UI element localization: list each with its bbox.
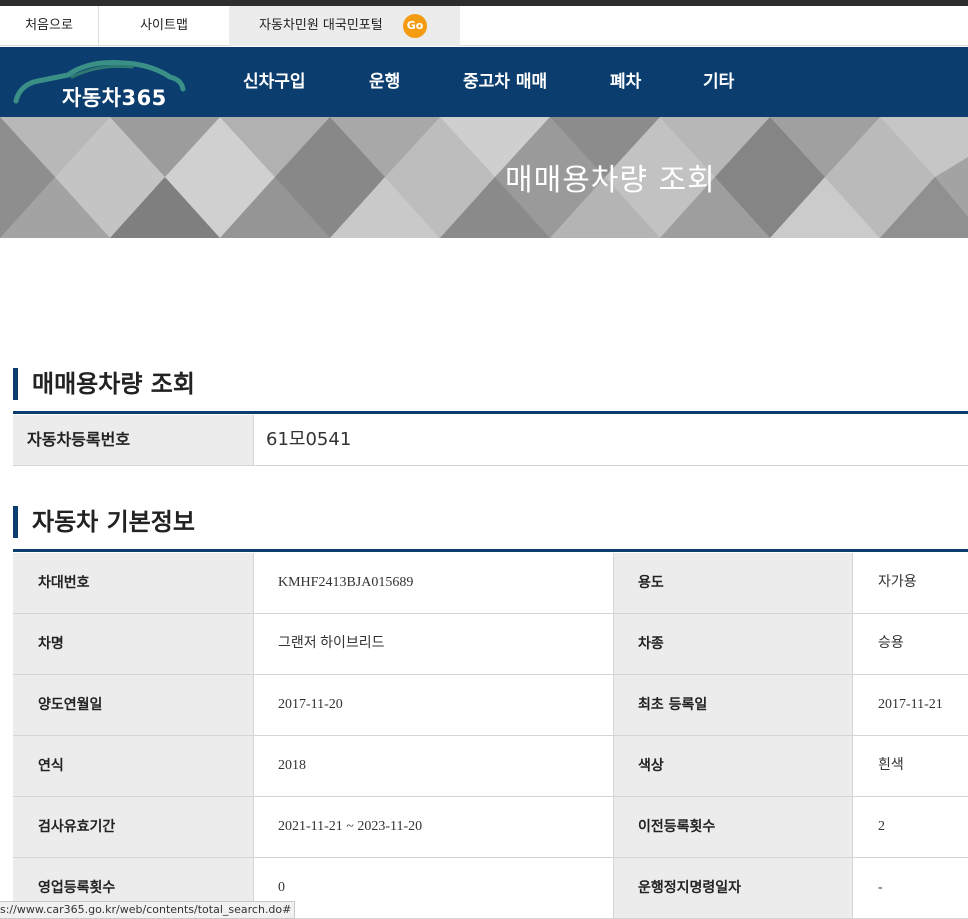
section-divider [13, 411, 968, 414]
info-label: 이전등록횟수 [613, 797, 853, 857]
info-value: KMHF2413BJA015689 [278, 575, 414, 590]
banner-title: 매매용차량 조회 [505, 163, 716, 198]
info-value: 자가용 [878, 575, 917, 590]
utility-bar: 처음으로 사이트맵 자동차민원 대국민포털 Go [0, 6, 968, 46]
nav-used-car-trade[interactable]: 중고차 매매 [463, 47, 547, 117]
nav-etc[interactable]: 기타 [703, 47, 734, 117]
sitemap-link[interactable]: 사이트맵 [99, 6, 229, 46]
browser-status-url: s://www.car365.go.kr/web/contents/total_… [0, 901, 295, 919]
table-row: 연식 2018 색상 흰색 [13, 736, 968, 797]
info-label: 차명 [13, 614, 254, 674]
page-banner [0, 117, 968, 238]
go-badge[interactable]: Go [403, 14, 427, 38]
geometric-pattern-background [0, 117, 968, 238]
info-value: 2018 [278, 758, 306, 773]
info-label: 양도연월일 [13, 675, 254, 735]
registration-number-label: 자동차등록번호 [13, 415, 254, 465]
info-value: 2 [878, 819, 885, 834]
nav-scrap[interactable]: 폐차 [610, 47, 641, 117]
section-divider [13, 549, 968, 552]
civil-portal-label: 자동차민원 대국민포털 [259, 18, 383, 33]
info-label: 차종 [613, 614, 853, 674]
info-value: 2021-11-21 ~ 2023-11-20 [278, 819, 423, 834]
nav-driving[interactable]: 운행 [369, 47, 400, 117]
info-value: 승용 [878, 636, 904, 651]
table-row: 차명 그랜저 하이브리드 차종 승용 [13, 614, 968, 675]
info-label: 검사유효기간 [13, 797, 254, 857]
info-value: 흰색 [878, 758, 904, 773]
info-label: 색상 [613, 736, 853, 796]
registration-number-row: 자동차등록번호 61모0541 [13, 415, 968, 466]
registration-number-value: 61모0541 [266, 429, 352, 450]
info-label: 차대번호 [13, 553, 254, 613]
info-value: 2017-11-21 [878, 697, 943, 712]
nav-new-car[interactable]: 신차구입 [243, 47, 306, 117]
table-row: 검사유효기간 2021-11-21 ~ 2023-11-20 이전등록횟수 2 [13, 797, 968, 858]
info-value: 0 [278, 880, 285, 895]
info-label: 연식 [13, 736, 254, 796]
section-title-search: 매매용차량 조회 [13, 368, 195, 400]
info-label: 용도 [613, 553, 853, 613]
civil-portal-link[interactable]: 자동차민원 대국민포털 Go [229, 6, 460, 46]
table-row: 차대번호 KMHF2413BJA015689 용도 자가용 [13, 553, 968, 614]
info-value: 2017-11-20 [278, 697, 343, 712]
logo-text[interactable]: 자동차365 [62, 82, 167, 112]
vehicle-info-table: 차대번호 KMHF2413BJA015689 용도 자가용 차명 그랜저 하이브… [13, 553, 968, 919]
table-row: 양도연월일 2017-11-20 최초 등록일 2017-11-21 [13, 675, 968, 736]
info-value: 그랜저 하이브리드 [278, 636, 385, 651]
info-label: 최초 등록일 [613, 675, 853, 735]
home-link[interactable]: 처음으로 [0, 6, 99, 46]
section-title-basic-info: 자동차 기본정보 [13, 506, 195, 538]
info-label: 운행정지명령일자 [613, 858, 853, 918]
info-value: - [878, 880, 883, 895]
